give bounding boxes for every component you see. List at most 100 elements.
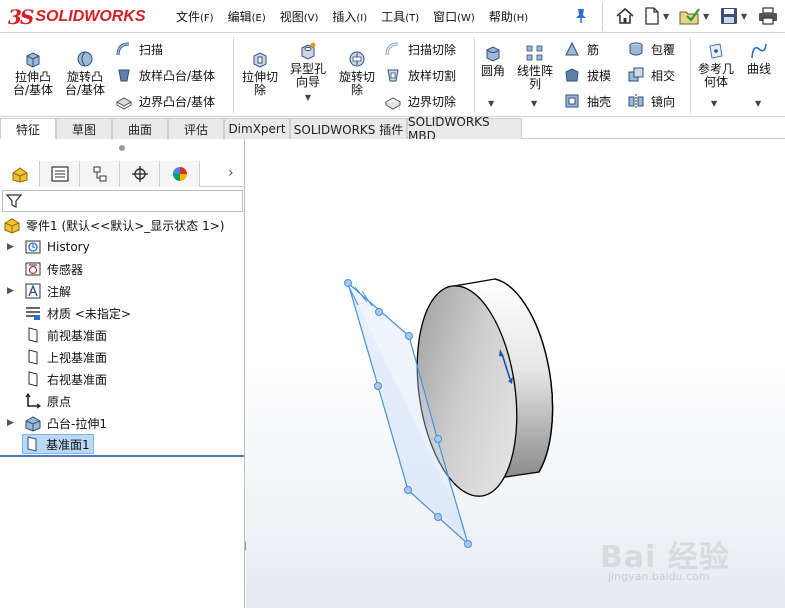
expand-arrow-icon[interactable]: ▶ bbox=[7, 242, 14, 252]
tab-sketch[interactable]: 草图 bbox=[56, 118, 112, 139]
tree-item-right-plane[interactable]: 右视基准面 bbox=[24, 369, 107, 389]
home-button[interactable] bbox=[615, 5, 635, 27]
menu-help[interactable]: 帮助(H) bbox=[489, 8, 528, 25]
shell-icon bbox=[565, 94, 579, 108]
sweep-button[interactable]: 扫描 bbox=[115, 40, 163, 58]
wrap-button[interactable]: 包覆 bbox=[627, 40, 675, 58]
feature-manager-icon bbox=[12, 167, 27, 183]
draft-button[interactable]: 拔模 bbox=[563, 66, 611, 84]
boundary-cut-button[interactable]: 边界切除 bbox=[384, 92, 456, 110]
new-document-icon bbox=[645, 7, 659, 25]
save-button[interactable]: ▼ bbox=[719, 5, 747, 27]
chevron-down-icon[interactable]: ▼ bbox=[703, 12, 709, 21]
tree-item-boss-extrude1[interactable]: ▶ 凸台-拉伸1 bbox=[7, 413, 107, 433]
part-icon bbox=[4, 218, 20, 234]
boundary-cut-icon bbox=[384, 97, 402, 110]
extrude-cut-button[interactable]: 拉伸切 除 bbox=[238, 49, 282, 97]
boundary-boss-button[interactable]: 边界凸台/基体 bbox=[115, 92, 215, 110]
tab-property-manager[interactable] bbox=[40, 161, 80, 187]
menu-insert[interactable]: 插入(I) bbox=[332, 8, 367, 25]
shell-button[interactable]: 抽壳 bbox=[563, 92, 611, 110]
tree-item-front-plane[interactable]: 前视基准面 bbox=[24, 325, 107, 345]
hole-wizard-button[interactable]: 异型孔 向导 ▼ bbox=[286, 41, 330, 104]
chevron-down-icon[interactable]: ▼ bbox=[531, 99, 537, 108]
tree-item-history[interactable]: ▶ History bbox=[7, 237, 90, 257]
tab-display-manager[interactable] bbox=[160, 161, 200, 187]
print-button[interactable] bbox=[757, 5, 779, 27]
tree-item-annotations[interactable]: ▶ 注解 bbox=[7, 281, 71, 301]
tab-features[interactable]: 特征 bbox=[0, 118, 56, 139]
tab-dimxpert-manager[interactable] bbox=[120, 161, 160, 187]
chevron-down-icon[interactable]: ▼ bbox=[741, 12, 747, 21]
tree-item-origin[interactable]: 原点 bbox=[24, 391, 71, 411]
tab-feature-manager[interactable] bbox=[0, 161, 40, 187]
open-button[interactable]: ▼ bbox=[679, 5, 709, 27]
expand-arrow-icon[interactable]: ▶ bbox=[7, 418, 14, 428]
menu-view[interactable]: 视图(V) bbox=[280, 8, 319, 25]
solidworks-logo[interactable]: 3S SOLIDWORKS bbox=[8, 5, 146, 29]
intersect-button[interactable]: 相交 bbox=[627, 66, 675, 84]
panel-grip-handle[interactable] bbox=[119, 145, 125, 151]
pin-icon[interactable] bbox=[574, 8, 588, 24]
command-tabs: 特征 草图 曲面 评估 DimXpert SOLIDWORKS 插件 SOLID… bbox=[0, 115, 785, 143]
tab-solidworks-mbd[interactable]: SOLIDWORKS MBD bbox=[407, 115, 522, 143]
linear-pattern-button[interactable]: 线性阵 列 bbox=[512, 43, 558, 91]
swept-cut-button[interactable]: 扫描切除 bbox=[384, 40, 456, 58]
sweep-icon bbox=[116, 42, 130, 56]
ds-logo-mark: 3S bbox=[8, 5, 34, 29]
home-icon bbox=[616, 7, 634, 24]
wrap-icon bbox=[629, 42, 643, 56]
plane-icon bbox=[28, 349, 38, 365]
chevron-down-icon[interactable]: ▼ bbox=[663, 12, 669, 21]
menu-edit[interactable]: 编辑(E) bbox=[228, 8, 266, 25]
rib-button[interactable]: 筋 bbox=[563, 40, 599, 58]
tree-item-top-plane[interactable]: 上视基准面 bbox=[24, 347, 107, 367]
revolve-boss-button[interactable]: 旋转凸 台/基体 bbox=[62, 49, 108, 97]
chevron-down-icon[interactable]: ▼ bbox=[488, 99, 494, 108]
menu-tools[interactable]: 工具(T) bbox=[381, 8, 419, 25]
curves-button[interactable]: 曲线 bbox=[742, 41, 776, 76]
tree-filter-input[interactable] bbox=[2, 190, 243, 212]
loft-boss-button[interactable]: 放样凸台/基体 bbox=[115, 66, 215, 84]
chevron-down-icon[interactable]: ▼ bbox=[711, 99, 717, 108]
feature-manager-panel: › 零件1 (默认<<默认>_显示状态 1>) ▶ History 传感器 ▶ … bbox=[0, 139, 245, 608]
tree-item-sensors[interactable]: 传感器 bbox=[24, 259, 83, 279]
graphics-area[interactable]: Bai 经验 jingyan.baidu.com bbox=[246, 139, 785, 608]
mirror-button[interactable]: 镜向 bbox=[627, 92, 675, 110]
chevron-down-icon[interactable]: ▼ bbox=[755, 99, 761, 108]
dimxpert-manager-icon bbox=[131, 166, 148, 182]
panel-splitter[interactable] bbox=[0, 455, 244, 457]
tab-surfaces[interactable]: 曲面 bbox=[112, 118, 168, 139]
tab-solidworks-addins[interactable]: SOLIDWORKS 插件 bbox=[290, 118, 407, 139]
tab-configuration-manager[interactable] bbox=[80, 161, 120, 187]
mirror-icon bbox=[628, 94, 644, 108]
chevron-down-icon[interactable]: ▼ bbox=[305, 91, 311, 104]
boundary-boss-icon bbox=[115, 97, 133, 110]
display-manager-icon bbox=[172, 167, 187, 181]
chevron-right-icon[interactable]: › bbox=[228, 165, 234, 181]
expand-arrow-icon[interactable]: ▶ bbox=[7, 286, 14, 296]
boss-extrude-icon bbox=[25, 416, 41, 432]
menu-bar: 文件(F) 编辑(E) 视图(V) 插入(I) 工具(T) 窗口(W) 帮助(H… bbox=[176, 0, 542, 33]
fillet-button[interactable]: 圆角 bbox=[478, 43, 508, 78]
history-icon bbox=[25, 240, 41, 254]
extrude-boss-button[interactable]: 拉伸凸 台/基体 bbox=[10, 49, 56, 97]
tab-dimxpert[interactable]: DimXpert bbox=[224, 118, 290, 139]
menu-file[interactable]: 文件(F) bbox=[176, 8, 214, 25]
tab-evaluate[interactable]: 评估 bbox=[168, 118, 224, 139]
intersect-icon bbox=[628, 67, 644, 82]
open-icon bbox=[679, 8, 700, 25]
panel-tabs: › bbox=[0, 161, 245, 187]
curves-icon bbox=[751, 43, 767, 59]
lofted-cut-button[interactable]: 放样切割 bbox=[384, 66, 456, 84]
reference-geometry-button[interactable]: 参考几 何体 bbox=[694, 41, 738, 89]
revolve-cut-button[interactable]: 旋转切 除 bbox=[335, 49, 379, 97]
tree-item-plane1[interactable]: 基准面1 bbox=[22, 434, 94, 454]
origin-icon bbox=[25, 392, 42, 409]
watermark-url: jingyan.baidu.com bbox=[608, 570, 710, 583]
menu-window[interactable]: 窗口(W) bbox=[433, 8, 475, 25]
draft-icon bbox=[565, 68, 579, 82]
tree-root-part[interactable]: 零件1 (默认<<默认>_显示状态 1>) bbox=[3, 215, 224, 235]
new-document-button[interactable]: ▼ bbox=[643, 5, 669, 27]
tree-item-material[interactable]: 材质 <未指定> bbox=[24, 303, 131, 323]
